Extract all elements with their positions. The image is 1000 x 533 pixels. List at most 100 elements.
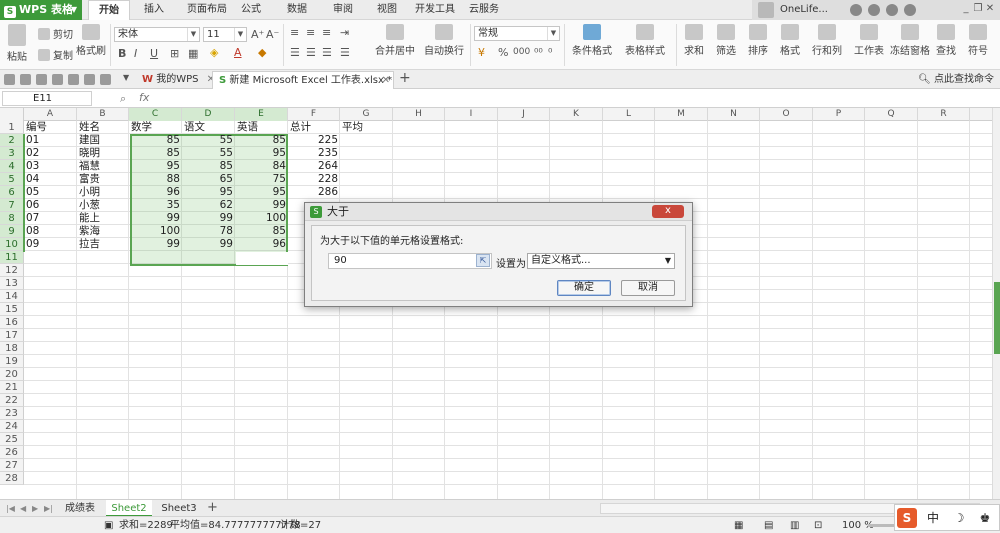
increase-decimal-icon[interactable]: ⁰⁰ (534, 46, 543, 59)
cell[interactable]: 228 (288, 173, 340, 186)
new-tab-button[interactable]: + (399, 70, 411, 86)
save-icon[interactable] (20, 74, 31, 85)
cell[interactable]: 99 (182, 212, 235, 225)
column-header[interactable]: P (813, 108, 865, 121)
column-header[interactable]: L (603, 108, 655, 121)
column-header[interactable]: N (708, 108, 760, 121)
cell[interactable]: 05 (24, 186, 77, 199)
tab-developer[interactable]: 开发工具 (412, 0, 458, 20)
merge-icon[interactable]: ▦ (188, 47, 198, 60)
range-picker-icon[interactable]: ⇱ (476, 254, 490, 267)
row-header[interactable]: 5 (0, 173, 24, 186)
clear-format-icon[interactable]: ◆ (258, 46, 266, 59)
normal-view-icon[interactable]: ▦ (734, 517, 743, 533)
preview-icon[interactable] (68, 74, 79, 85)
merge-center-button[interactable]: 合并居中 (372, 24, 418, 57)
cell[interactable]: 88 (129, 173, 182, 186)
row-header[interactable]: 15 (0, 303, 24, 316)
cell[interactable]: 总计 (288, 121, 340, 134)
align-bottom-icon[interactable]: ≡ (322, 26, 331, 39)
restore-icon[interactable]: ❐ (972, 3, 984, 14)
row-header[interactable]: 25 (0, 433, 24, 446)
cell[interactable]: 小葱 (77, 199, 129, 212)
font-size-select[interactable]: 11 ▼ (203, 27, 247, 42)
table-style-button[interactable]: 表格样式 (620, 24, 670, 57)
font-color-button[interactable]: A (234, 46, 242, 59)
cell[interactable]: 75 (235, 173, 288, 186)
cell[interactable]: 99 (182, 238, 235, 251)
percent-button[interactable]: % (498, 46, 508, 59)
row-header[interactable]: 6 (0, 186, 24, 199)
symbol-button[interactable]: 符号 (964, 24, 992, 57)
app-menu-button[interactable]: S WPS 表格 ▼ (0, 0, 82, 20)
cell[interactable]: 55 (182, 134, 235, 147)
redo-icon[interactable] (100, 74, 111, 85)
last-sheet-icon[interactable]: ▶| (44, 504, 53, 513)
cell[interactable]: 55 (182, 147, 235, 160)
worksheet-button[interactable]: 工作表 (850, 24, 888, 57)
cell[interactable]: 姓名 (77, 121, 129, 134)
tab-view[interactable]: 视图 (372, 0, 402, 20)
currency-icon[interactable]: ¥ (478, 46, 485, 59)
row-header[interactable]: 4 (0, 160, 24, 173)
align-top-icon[interactable]: ≡ (290, 26, 299, 39)
backup-icon[interactable] (886, 4, 898, 16)
bold-button[interactable]: B (118, 47, 126, 60)
tab-page-layout[interactable]: 页面布局 (178, 0, 236, 20)
ok-button[interactable]: 确定 (557, 280, 611, 296)
cell[interactable]: 建国 (77, 134, 129, 147)
column-header[interactable]: J (498, 108, 550, 121)
cell[interactable]: 99 (235, 199, 288, 212)
cell[interactable]: 62 (182, 199, 235, 212)
row-header[interactable]: 23 (0, 407, 24, 420)
format-painter-button[interactable]: 格式刷 (76, 24, 106, 57)
row-header[interactable]: 1 (0, 121, 24, 134)
close-icon[interactable]: ✕ (382, 72, 390, 90)
tab-document[interactable]: S 新建 Microsoft Excel 工作表.xlsx * ✕ (212, 71, 394, 89)
status-pin-icon[interactable]: ▣ (104, 517, 113, 533)
prev-sheet-icon[interactable]: ◀ (20, 504, 26, 513)
cell[interactable]: 85 (129, 134, 182, 147)
name-box[interactable]: E11 (2, 91, 92, 106)
row-header[interactable]: 14 (0, 290, 24, 303)
column-header[interactable]: M (655, 108, 708, 121)
decrease-decimal-icon[interactable]: ⁰ (548, 46, 552, 59)
first-sheet-icon[interactable]: |◀ (6, 504, 15, 513)
cell[interactable]: 95 (235, 186, 288, 199)
cell[interactable]: 96 (235, 238, 288, 251)
cell[interactable]: 拉吉 (77, 238, 129, 251)
row-header[interactable]: 2 (0, 134, 24, 147)
cell[interactable]: 264 (288, 160, 340, 173)
increase-font-icon[interactable]: A⁺ (251, 28, 264, 41)
ime-lang-button[interactable]: 中 (923, 508, 943, 528)
decrease-font-icon[interactable]: A⁻ (266, 28, 279, 41)
cell[interactable]: 06 (24, 199, 77, 212)
column-header[interactable]: A (24, 108, 77, 121)
cell[interactable]: 225 (288, 134, 340, 147)
cell[interactable]: 语文 (182, 121, 235, 134)
cell[interactable]: 09 (24, 238, 77, 251)
column-header[interactable]: Q (865, 108, 918, 121)
column-header[interactable]: F (288, 108, 340, 121)
cell[interactable]: 能上 (77, 212, 129, 225)
command-search[interactable]: 🔍︎ 点此查找命令 (918, 72, 994, 87)
cell[interactable]: 78 (182, 225, 235, 238)
copy-button[interactable]: 复制 (38, 47, 73, 62)
column-header[interactable]: G (340, 108, 393, 121)
active-cell[interactable] (236, 252, 288, 265)
moon-icon[interactable]: ☽ (949, 508, 969, 528)
cell[interactable]: 福慧 (77, 160, 129, 173)
paste-button[interactable]: 粘贴 (4, 24, 30, 63)
row-header[interactable]: 19 (0, 355, 24, 368)
format-button[interactable]: 格式 (776, 24, 804, 57)
sum-button[interactable]: 求和 (680, 24, 708, 57)
row-header[interactable]: 17 (0, 329, 24, 342)
column-header[interactable]: E (235, 108, 288, 121)
reading-mode-icon[interactable]: ⊡ (814, 517, 822, 533)
column-header[interactable]: O (760, 108, 813, 121)
page-layout-icon[interactable]: ▤ (764, 517, 773, 533)
row-header[interactable]: 16 (0, 316, 24, 329)
cell[interactable]: 85 (129, 147, 182, 160)
cell[interactable]: 95 (129, 160, 182, 173)
cell[interactable]: 65 (182, 173, 235, 186)
